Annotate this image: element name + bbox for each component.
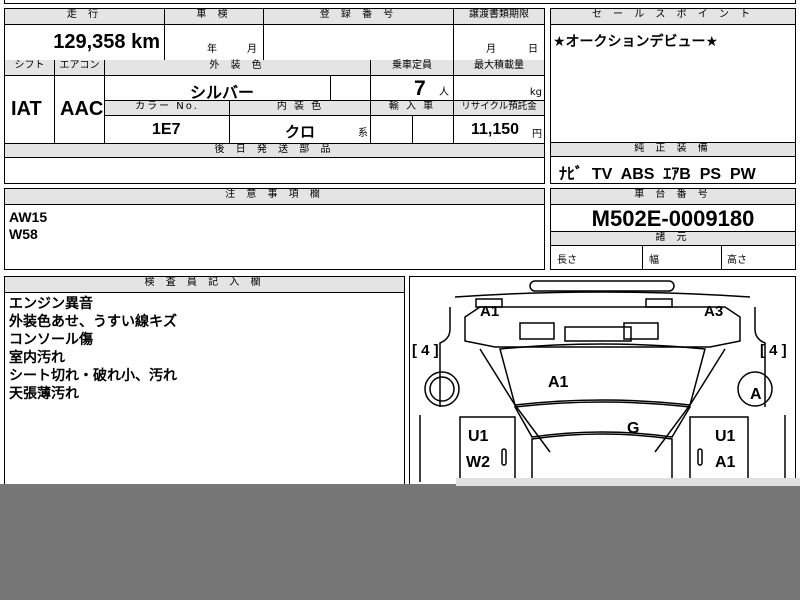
main-info-table: 走 行 車 検 登 録 番 号 譲渡書類期限 129,358 km 年 月 月 …	[4, 8, 545, 184]
capacity-header: 乗車定員	[371, 60, 454, 76]
mileage-cell: 129,358 km	[5, 25, 165, 60]
recycle-value: 11,150	[471, 121, 520, 138]
shift-value: IAT	[11, 98, 42, 120]
recycle-header: リサイクル預託金	[454, 101, 544, 116]
sales-point-box: セ ー ル ス ポ イ ン ト ★オークションデビュー★ 純 正 装 備 ﾅﾋﾞ…	[550, 8, 796, 184]
mark-left-4: [ 4 ]	[412, 342, 439, 359]
inspector-line: シート切れ・破れ小、汚れ	[9, 368, 177, 384]
color-cell: シルバー	[105, 76, 371, 102]
inspector-line: 外装色あせ、うすい線キズ	[9, 314, 177, 330]
capacity-unit: 人	[439, 87, 449, 98]
notes-line: AW15	[9, 209, 48, 225]
load-header: 最大積載量	[454, 60, 544, 76]
mark-left-door-2: W2	[466, 454, 490, 471]
transfer-cell: 月 日	[454, 25, 544, 60]
recycle-unit: 円	[532, 129, 542, 140]
load-cell: kg	[454, 76, 544, 101]
color-no-cell: 1E7	[105, 116, 230, 143]
shift-header: シフト	[5, 60, 55, 76]
chassis-value: M502E-0009180	[591, 206, 755, 231]
chassis-header: 車 台 番 号	[551, 189, 795, 205]
gray-overlay-tab	[456, 478, 800, 486]
transfer-day-unit: 日	[528, 44, 538, 55]
mark-hood: A1	[548, 374, 569, 391]
gray-overlay	[0, 484, 800, 600]
load-unit: kg	[529, 87, 542, 98]
ac-header: エアコン	[55, 60, 105, 76]
top-strip	[4, 0, 796, 4]
later-parts-header: 後 日 発 送 部 品	[5, 143, 544, 158]
equipment-header: 純 正 装 備	[551, 142, 795, 157]
shaken-month-unit: 月	[247, 44, 257, 55]
ac-cell: AAC	[55, 76, 105, 143]
notes-line: W58	[9, 226, 38, 242]
width-label: 幅	[649, 255, 659, 266]
color-header: 外 装 色	[105, 60, 371, 76]
inspector-header: 検 査 員 記 入 欄	[5, 277, 404, 293]
inspector-line: 室内汚れ	[9, 350, 65, 366]
notes-header: 注 意 事 項 欄	[5, 189, 544, 205]
interior-header: 内 装 色	[230, 101, 371, 116]
mark-roof: G	[627, 420, 639, 437]
notes-box: 注 意 事 項 欄 AW15 W58	[4, 188, 545, 270]
import-header: 輸 入 車	[371, 101, 454, 116]
shaken-cell: 年 月	[165, 25, 264, 60]
color-value: シルバー	[190, 85, 255, 102]
interior-cell: クロ 系	[230, 116, 371, 143]
mark-right-4: [ 4 ]	[760, 342, 787, 359]
inspector-lines: エンジン異音 外装色あせ、うすい線キズ コンソール傷 室内汚れ シート切れ・破れ…	[9, 295, 177, 403]
chassis-box: 車 台 番 号 M502E-0009180 諸 元 長さ 幅 高さ	[550, 188, 796, 270]
mark-front-right: A3	[704, 303, 723, 320]
color-no-value: 1E7	[152, 121, 181, 138]
capacity-cell: 7 人	[371, 76, 454, 101]
mileage-value: 129,358 km	[53, 31, 160, 53]
mark-left-door-1: U1	[468, 428, 489, 445]
import-cell	[371, 116, 454, 143]
inspector-line: コンソール傷	[9, 332, 93, 348]
transfer-header: 譲渡書類期限	[454, 9, 544, 25]
equipment-value: ﾅﾋﾞ TV ABS ｴｱB PS PW	[559, 166, 756, 183]
sales-point-text: ★オークションデビュー★	[553, 34, 719, 50]
transfer-month-unit: 月	[486, 44, 496, 55]
shaken-header: 車 検	[165, 9, 264, 25]
recycle-cell: 11,150 円	[454, 116, 544, 143]
height-label: 高さ	[727, 255, 747, 266]
color-no-header: カラー No.	[105, 101, 230, 116]
mileage-header: 走 行	[5, 9, 165, 25]
mark-right-wheel: A	[750, 386, 762, 403]
inspector-box: 検 査 員 記 入 欄 エンジン異音 外装色あせ、うすい線キズ コンソール傷 室…	[4, 276, 405, 516]
registration-header: 登 録 番 号	[264, 9, 454, 25]
mark-front-left: A1	[480, 303, 499, 320]
sales-point-header: セ ー ル ス ポ イ ン ト	[551, 9, 795, 25]
ac-value: AAC	[60, 98, 104, 120]
shift-cell: IAT	[5, 76, 55, 143]
capacity-value: 7	[414, 77, 426, 100]
mark-right-door-2: A1	[715, 454, 736, 471]
inspector-line: エンジン異音	[9, 296, 93, 312]
registration-cell	[264, 25, 454, 60]
length-label: 長さ	[557, 255, 577, 266]
shaken-year-unit: 年	[207, 44, 217, 55]
inspector-line: 天張薄汚れ	[9, 386, 79, 402]
interior-suffix: 系	[358, 128, 368, 139]
specs-header: 諸 元	[551, 231, 795, 246]
interior-value: クロ	[285, 124, 316, 141]
notes-lines: AW15 W58	[9, 209, 47, 243]
mark-right-door-1: U1	[715, 428, 736, 445]
